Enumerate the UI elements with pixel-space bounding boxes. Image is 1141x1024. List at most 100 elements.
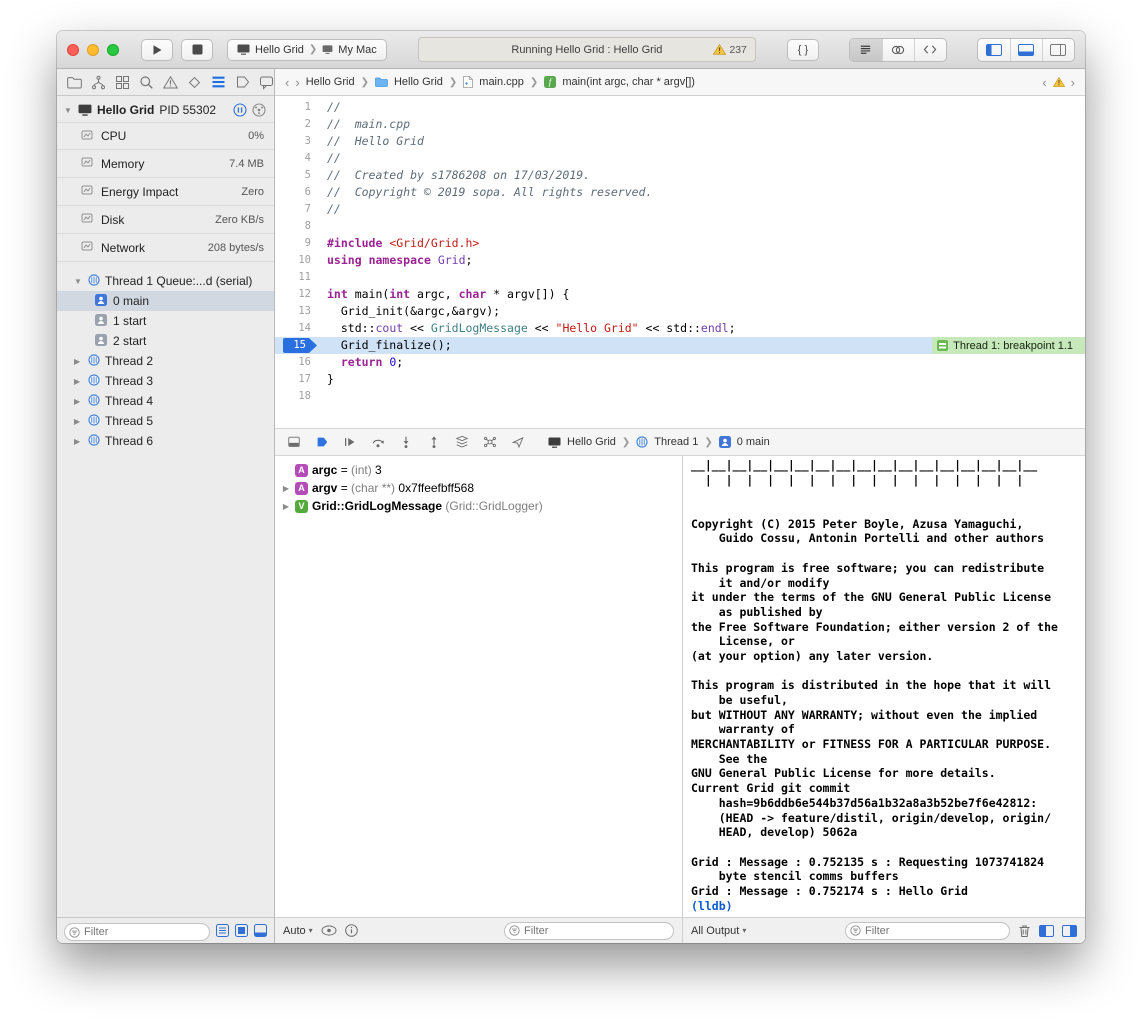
gutter[interactable]: 13 (275, 303, 321, 320)
stop-button[interactable] (181, 39, 213, 61)
gutter[interactable]: 8 (275, 218, 321, 235)
gauge-row-disk[interactable]: Disk Zero KB/s (57, 206, 274, 234)
warning-icon[interactable] (1053, 77, 1065, 87)
debug-breadcrumb-thread[interactable]: Thread 1 (654, 436, 698, 448)
code-line-16[interactable]: 16 return 0; (275, 354, 1085, 371)
simulate-location-icon[interactable] (510, 434, 526, 450)
debug-breadcrumb-frame[interactable]: 0 main (737, 436, 770, 448)
gutter[interactable]: 15 (275, 337, 321, 354)
disclosure-right-icon[interactable]: ▶ (74, 397, 83, 406)
project-navigator-icon[interactable] (66, 74, 82, 90)
thread-row[interactable]: ▶ Thread 3 (57, 371, 274, 391)
stack-frame-row[interactable]: 1 start (57, 311, 274, 331)
gutter[interactable]: 14 (275, 320, 321, 337)
gutter[interactable]: 1 (275, 99, 321, 116)
thread-row[interactable]: ▶ Thread 6 (57, 431, 274, 451)
show-threads-toggle-icon[interactable] (235, 924, 248, 937)
variable-row[interactable]: ▶ V Grid::GridLogMessage (Grid::GridLogg… (275, 497, 682, 515)
issue-navigator-icon[interactable] (162, 74, 178, 90)
report-navigator-icon[interactable] (258, 74, 274, 90)
step-into-icon[interactable] (398, 434, 414, 450)
code-line-7[interactable]: 7// (275, 201, 1085, 218)
toggle-debug-area-button[interactable] (1010, 39, 1042, 61)
console-output[interactable]: __|__|__|__|__|__|__|__|__|__|__|__|__|_… (683, 456, 1085, 917)
gauge-row-cpu[interactable]: CPU 0% (57, 122, 274, 150)
jump-bar-group[interactable]: Hello Grid (394, 76, 443, 88)
variable-row[interactable]: ▶ A argv = (char **) 0x7ffeefbff568 (275, 479, 682, 497)
thread-row[interactable]: ▶ Thread 4 (57, 391, 274, 411)
memory-graph-icon[interactable] (482, 434, 498, 450)
code-line-3[interactable]: 3// Hello Grid (275, 133, 1085, 150)
next-issue-icon[interactable]: › (1071, 76, 1075, 89)
console-filter-field[interactable] (845, 922, 1010, 940)
gutter[interactable]: 16 (275, 354, 321, 371)
toggle-inspectors-button[interactable] (1042, 39, 1074, 61)
gauge-row-energy-impact[interactable]: Energy Impact Zero (57, 178, 274, 206)
thread-row[interactable]: ▶ Thread 5 (57, 411, 274, 431)
code-line-5[interactable]: 5// Created by s1786208 on 17/03/2019. (275, 167, 1085, 184)
back-icon[interactable]: ‹ (285, 76, 289, 89)
gutter[interactable]: 17 (275, 371, 321, 388)
gutter[interactable]: 6 (275, 184, 321, 201)
source-editor[interactable]: 1// 2// main.cpp 3// Hello Grid 4// 5// … (275, 96, 1085, 428)
breakpoints-toggle-icon[interactable] (314, 434, 330, 450)
warning-count-badge[interactable]: 237 (713, 38, 747, 61)
disclosure-right-icon[interactable]: ▶ (281, 484, 291, 493)
disclosure-down-icon[interactable]: ▼ (74, 277, 83, 286)
code-line-1[interactable]: 1// (275, 99, 1085, 116)
code-line-13[interactable]: 13 Grid_init(&argc,&argv); (275, 303, 1085, 320)
gutter[interactable]: 2 (275, 116, 321, 133)
disclosure-right-icon[interactable]: ▶ (74, 357, 83, 366)
breakpoint-navigator-icon[interactable] (234, 74, 250, 90)
zoom-window-button[interactable] (107, 44, 119, 56)
gutter[interactable]: 18 (275, 388, 321, 405)
gauge-row-network[interactable]: Network 208 bytes/s (57, 234, 274, 262)
code-line-4[interactable]: 4// (275, 150, 1085, 167)
stack-frame-row[interactable]: 2 start (57, 331, 274, 351)
assistant-editor-button[interactable] (882, 39, 914, 61)
hide-debug-area-icon[interactable] (286, 434, 302, 450)
variables-scope-popup[interactable]: Auto▾ (283, 925, 313, 937)
code-line-17[interactable]: 17} (275, 371, 1085, 388)
jump-bar-project[interactable]: Hello Grid (306, 76, 355, 88)
code-line-8[interactable]: 8 (275, 218, 1085, 235)
source-control-navigator-icon[interactable] (90, 74, 106, 90)
code-line-2[interactable]: 2// main.cpp (275, 116, 1085, 133)
scheme-selector[interactable]: Hello Grid ❯ My Mac (227, 39, 387, 61)
code-line-15[interactable]: 15 Grid_finalize();Thread 1: breakpoint … (275, 337, 1085, 354)
gutter[interactable]: 7 (275, 201, 321, 218)
jump-bar-symbol[interactable]: main(int argc, char * argv[]) (562, 76, 695, 88)
step-over-icon[interactable] (370, 434, 386, 450)
standard-editor-button[interactable] (850, 39, 882, 61)
process-row[interactable]: ▼ Hello Grid PID 55302 (57, 96, 274, 122)
gutter[interactable]: 5 (275, 167, 321, 184)
quick-look-icon[interactable] (321, 925, 337, 936)
disclosure-right-icon[interactable]: ▶ (281, 502, 291, 511)
debug-navigator-icon[interactable] (210, 74, 226, 90)
toggle-navigator-button[interactable] (978, 39, 1010, 61)
code-line-11[interactable]: 11 (275, 269, 1085, 286)
gutter[interactable]: 9 (275, 235, 321, 252)
navigator-filter-field[interactable] (64, 922, 210, 940)
memory-graph-process-icon[interactable] (252, 103, 266, 117)
disclosure-down-icon[interactable]: ▼ (64, 106, 73, 115)
show-variables-view-icon[interactable] (1039, 925, 1054, 937)
variable-row[interactable]: A argc = (int) 3 (275, 461, 682, 479)
disclosure-right-icon[interactable]: ▶ (74, 417, 83, 426)
breakpoint-annotation[interactable]: Thread 1: breakpoint 1.1 (932, 337, 1085, 354)
minimize-window-button[interactable] (87, 44, 99, 56)
code-line-10[interactable]: 10using namespace Grid; (275, 252, 1085, 269)
gutter[interactable]: 4 (275, 150, 321, 167)
code-line-6[interactable]: 6// Copyright © 2019 sopa. All rights re… (275, 184, 1085, 201)
console-scope-popup[interactable]: All Output▾ (691, 925, 746, 937)
disclosure-right-icon[interactable]: ▶ (74, 377, 83, 386)
find-navigator-icon[interactable] (138, 74, 154, 90)
variables-filter-field[interactable] (504, 922, 674, 940)
gutter[interactable]: 11 (275, 269, 321, 286)
close-window-button[interactable] (67, 44, 79, 56)
code-line-14[interactable]: 14 std::cout << GridLogMessage << "Hello… (275, 320, 1085, 337)
code-line-18[interactable]: 18 (275, 388, 1085, 405)
show-gauges-toggle-icon[interactable] (216, 924, 229, 937)
code-review-button[interactable]: { } (787, 39, 819, 61)
gauge-row-memory[interactable]: Memory 7.4 MB (57, 150, 274, 178)
